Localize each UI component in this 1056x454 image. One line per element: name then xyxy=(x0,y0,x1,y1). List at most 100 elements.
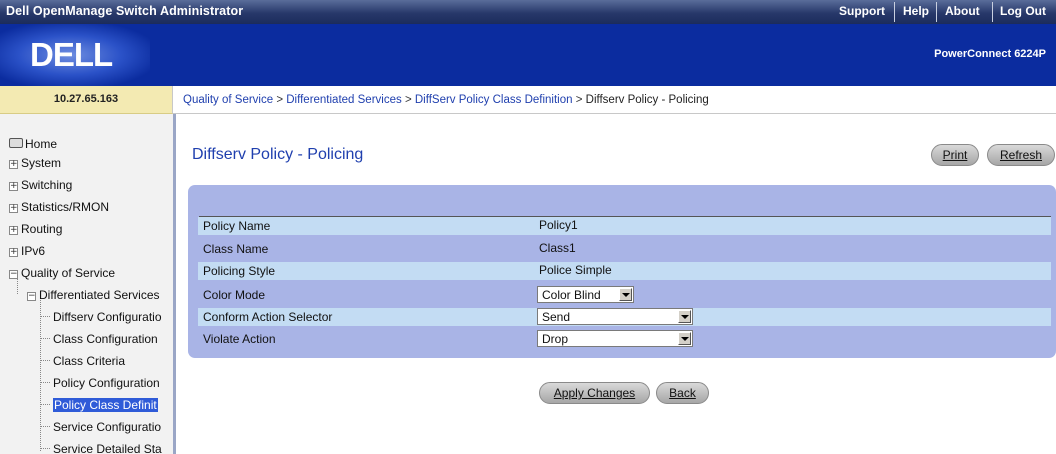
top-separator xyxy=(992,2,993,22)
policing-style-row: Policing Style Police Simple xyxy=(198,262,1051,280)
expand-icon[interactable]: + xyxy=(9,182,18,191)
support-link[interactable]: Support xyxy=(839,4,885,18)
breadcrumb-separator: > xyxy=(276,94,284,106)
breadcrumb-diffserv[interactable]: Differentiated Services xyxy=(286,94,401,106)
logo-text: DELL xyxy=(30,36,113,73)
sidebar-item-label: Policy Class Definit xyxy=(53,398,158,412)
color-mode-select[interactable]: Color Blind xyxy=(537,286,634,303)
color-mode-row: Color Mode Color Blind xyxy=(198,286,1051,304)
breadcrumb-bar: Quality of Service > Differentiated Serv… xyxy=(173,86,1056,114)
sidebar-item-class-configuration[interactable]: Class Configuration xyxy=(53,332,158,346)
tree-line xyxy=(40,338,50,339)
color-mode-selected: Color Blind xyxy=(542,288,601,302)
dropdown-arrow-icon[interactable] xyxy=(678,332,691,345)
class-name-value: Class1 xyxy=(539,241,576,255)
conform-action-select[interactable]: Send xyxy=(537,308,693,325)
sidebar-item-label: Quality of Service xyxy=(21,266,116,280)
collapse-icon[interactable]: − xyxy=(27,292,36,301)
tree-line xyxy=(40,448,50,449)
class-name-row: Class Name Class1 xyxy=(198,240,1051,258)
ip-address-box: 10.27.65.163 xyxy=(0,86,173,114)
sidebar-item-routing[interactable]: + Routing xyxy=(9,222,62,236)
expand-icon[interactable]: + xyxy=(9,160,18,169)
color-mode-label: Color Mode xyxy=(203,288,266,302)
expand-icon[interactable]: + xyxy=(9,226,18,235)
sidebar: Home + System + Switching + Statistics/RMON… xyxy=(0,114,176,454)
print-button[interactable]: Print xyxy=(931,144,979,166)
dropdown-arrow-icon[interactable] xyxy=(678,310,691,323)
sidebar-item-ipv6[interactable]: + IPv6 xyxy=(9,244,45,258)
breadcrumb-policy-class[interactable]: DiffServ Policy Class Definition xyxy=(415,94,573,106)
sidebar-item-label: Service Configuratio xyxy=(53,420,162,434)
about-link[interactable]: About xyxy=(945,4,980,18)
tree-line xyxy=(40,382,50,383)
sidebar-item-statistics[interactable]: + Statistics/RMON xyxy=(9,200,109,214)
expand-icon[interactable]: + xyxy=(9,248,18,257)
sidebar-item-label: Home xyxy=(25,137,58,151)
violate-action-selected: Drop xyxy=(542,332,569,346)
sidebar-item-label: Policy Configuration xyxy=(53,376,160,390)
apply-changes-button[interactable]: Apply Changes xyxy=(539,382,650,404)
breadcrumb: Quality of Service > Differentiated Serv… xyxy=(183,94,709,106)
conform-action-row: Conform Action Selector Send xyxy=(198,308,1051,326)
sidebar-item-label: Routing xyxy=(21,222,63,236)
back-button[interactable]: Back xyxy=(656,382,709,404)
policy-name-label: Policy Name xyxy=(203,219,271,233)
logout-link[interactable]: Log Out xyxy=(1000,4,1046,18)
dell-logo: DELL xyxy=(30,36,114,73)
policy-name-value: Policy1 xyxy=(539,218,578,232)
page-title: Diffserv Policy - Policing xyxy=(192,146,364,163)
breadcrumb-separator: > xyxy=(404,94,412,106)
tree-line xyxy=(40,404,50,405)
dropdown-arrow-icon[interactable] xyxy=(619,288,632,301)
conform-action-selected: Send xyxy=(542,310,571,324)
policing-style-value: Police Simple xyxy=(539,263,612,277)
breadcrumb-separator: > xyxy=(575,94,583,106)
sidebar-item-class-criteria[interactable]: Class Criteria xyxy=(53,354,125,368)
top-separator xyxy=(894,2,895,22)
home-icon xyxy=(9,138,23,148)
policy-name-row: Policy Name Policy1 xyxy=(198,217,1051,235)
sidebar-item-label: Diffserv Configuratio xyxy=(53,310,162,324)
sidebar-item-service-configuration[interactable]: Service Configuratio xyxy=(53,420,161,434)
sidebar-item-policy-class-definition[interactable]: Policy Class Definit xyxy=(53,398,158,412)
sidebar-item-diffserv[interactable]: − Differentiated Services xyxy=(27,288,160,302)
sidebar-item-label: Statistics/RMON xyxy=(21,200,110,214)
sidebar-item-label: Service Detailed Sta xyxy=(53,442,162,454)
sidebar-item-policy-configuration[interactable]: Policy Configuration xyxy=(53,376,160,390)
sidebar-item-label: Switching xyxy=(21,178,73,192)
help-link[interactable]: Help xyxy=(903,4,929,18)
sidebar-item-label: IPv6 xyxy=(21,244,46,258)
banner: DELL PowerConnect 6224P xyxy=(0,24,1056,86)
violate-action-select[interactable]: Drop xyxy=(537,330,693,347)
policing-style-label: Policing Style xyxy=(203,264,276,278)
model-name: PowerConnect 6224P xyxy=(934,48,1046,60)
tree-line xyxy=(40,316,50,317)
sidebar-item-home[interactable]: Home xyxy=(9,137,57,151)
sidebar-item-switching[interactable]: + Switching xyxy=(9,178,72,192)
collapse-icon[interactable]: − xyxy=(9,270,18,279)
sidebar-item-qos[interactable]: − Quality of Service xyxy=(9,266,115,280)
top-separator xyxy=(936,2,937,22)
tree-line xyxy=(40,426,50,427)
sidebar-item-label: Class Configuration xyxy=(53,332,158,346)
tree-line xyxy=(40,297,41,451)
app-title: Dell OpenManage Switch Administrator xyxy=(6,4,244,18)
conform-action-label: Conform Action Selector xyxy=(203,310,333,324)
breadcrumb-current: Diffserv Policy - Policing xyxy=(585,94,709,106)
breadcrumb-qos[interactable]: Quality of Service xyxy=(183,94,273,106)
violate-action-row: Violate Action Drop xyxy=(198,330,1051,348)
sidebar-item-label: System xyxy=(21,156,62,170)
class-name-label: Class Name xyxy=(203,242,269,256)
expand-icon[interactable]: + xyxy=(9,204,18,213)
sidebar-item-label: Class Criteria xyxy=(53,354,126,368)
tree-line xyxy=(40,360,50,361)
sidebar-item-service-detailed-statistics[interactable]: Service Detailed Sta xyxy=(53,442,162,454)
sidebar-item-label: Differentiated Services xyxy=(39,288,160,302)
refresh-button[interactable]: Refresh xyxy=(987,144,1055,166)
violate-action-label: Violate Action xyxy=(203,332,276,346)
sidebar-item-diffserv-configuration[interactable]: Diffserv Configuratio xyxy=(53,310,162,324)
sidebar-item-system[interactable]: + System xyxy=(9,156,61,170)
top-bar: Dell OpenManage Switch Administrator Sup… xyxy=(0,0,1056,24)
ip-address: 10.27.65.163 xyxy=(53,93,119,105)
